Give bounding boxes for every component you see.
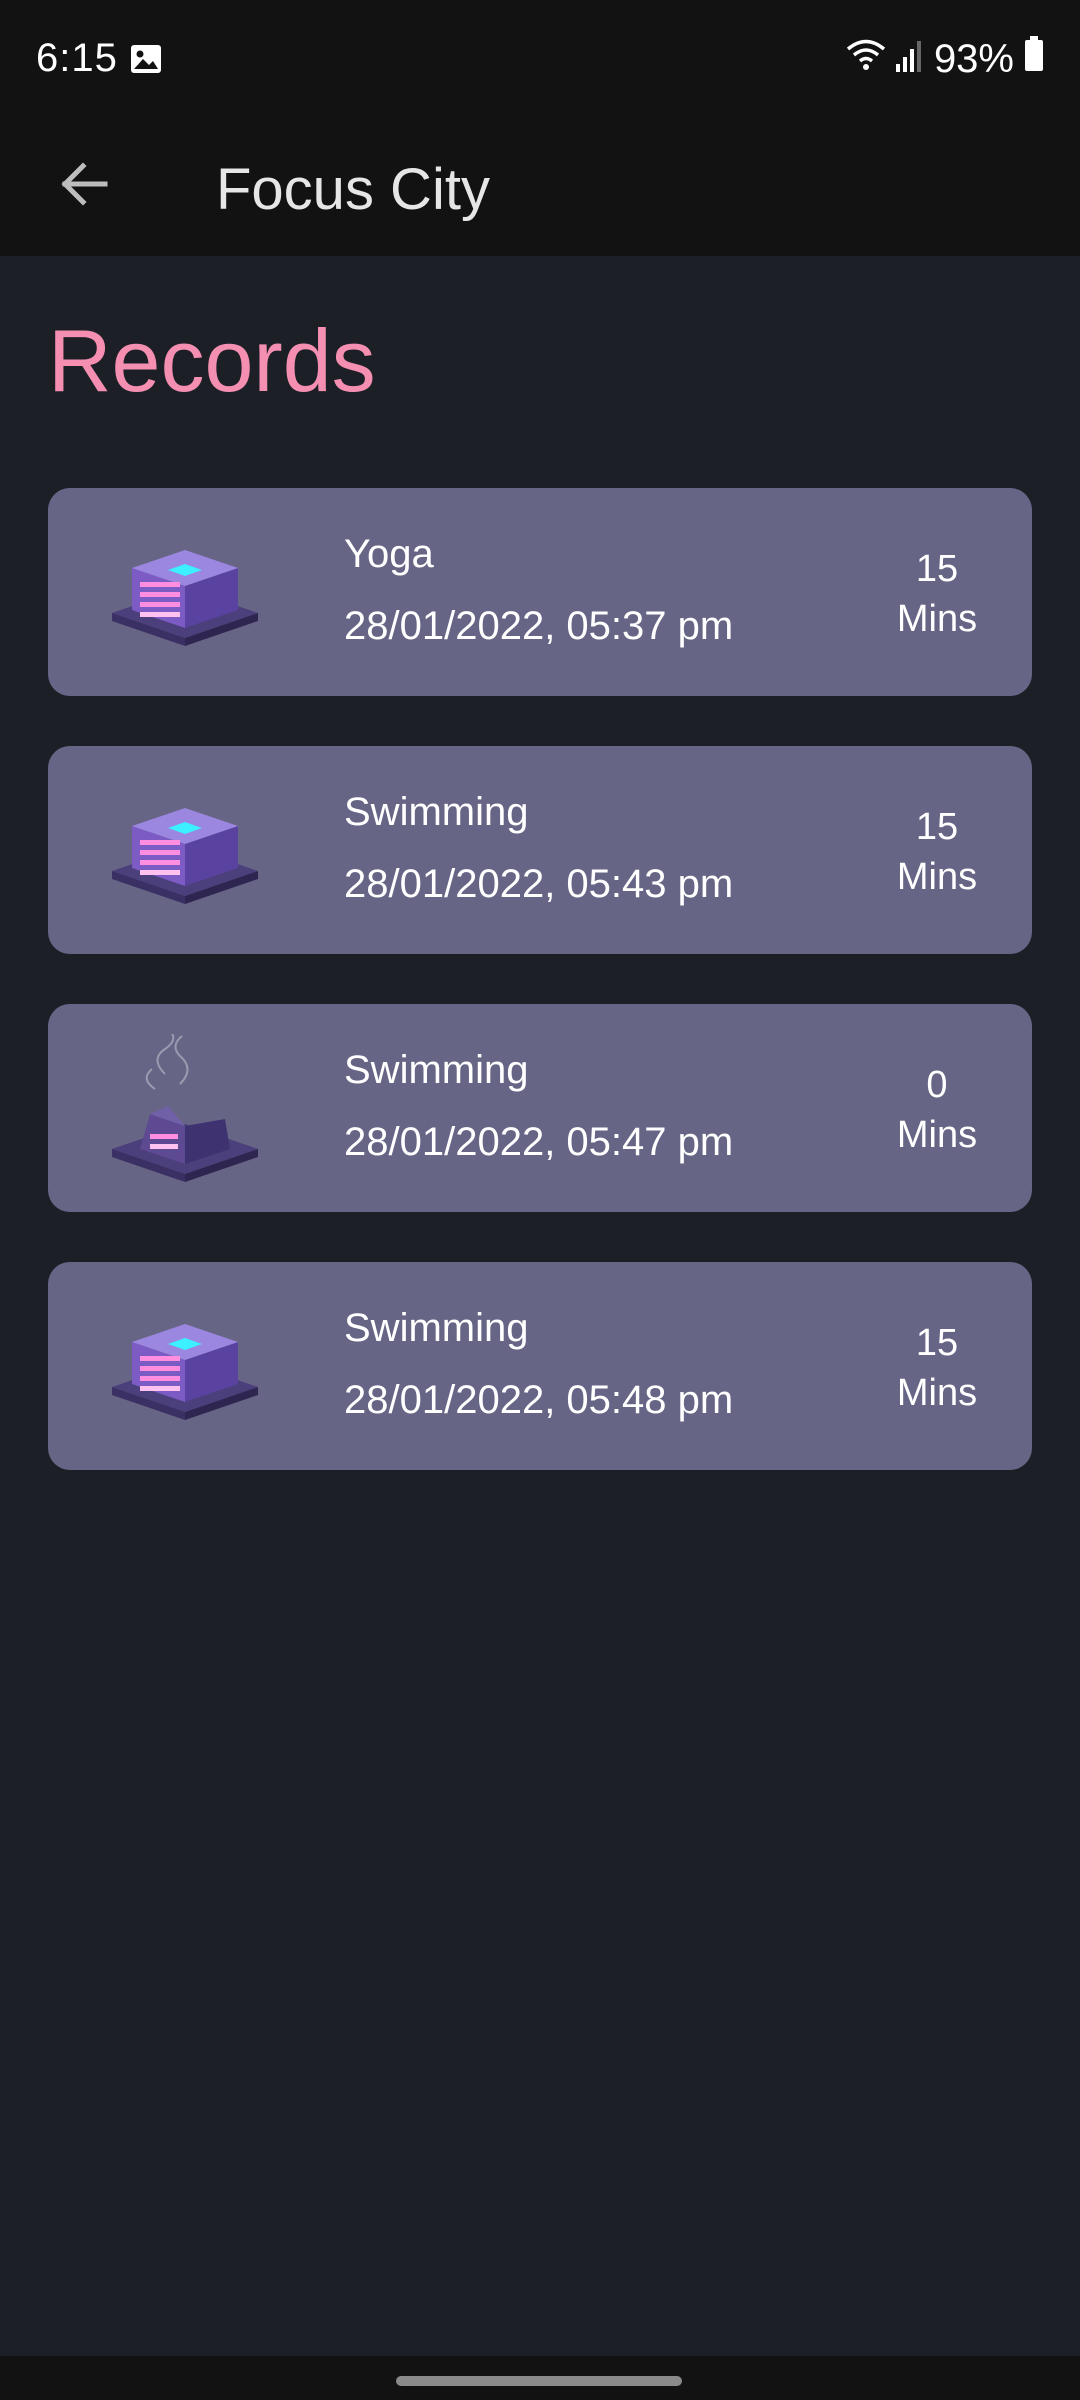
building-icon	[110, 776, 260, 936]
record-activity: Swimming	[344, 1048, 529, 1092]
duration-unit: Mins	[896, 598, 978, 640]
page-title: Records	[48, 311, 376, 410]
app-bar: Focus City	[0, 122, 1080, 256]
wifi-icon	[846, 37, 886, 82]
record-card[interactable]: Yoga 28/01/2022, 05:37 pm 15 Mins	[48, 488, 1032, 696]
building-icon	[110, 1292, 260, 1452]
home-gesture-handle[interactable]	[396, 2376, 682, 2386]
duration-value: 15	[915, 806, 959, 848]
record-activity: Swimming	[344, 790, 529, 834]
record-card[interactable]: Swimming 28/01/2022, 05:48 pm 15 Mins	[48, 1262, 1032, 1470]
record-datetime: 28/01/2022, 05:48 pm	[344, 1378, 734, 1422]
battery-icon	[1024, 36, 1044, 82]
record-duration: 0 Mins	[872, 1060, 1002, 1160]
record-activity: Swimming	[344, 1306, 529, 1350]
duration-value: 15	[915, 548, 959, 590]
record-datetime: 28/01/2022, 05:37 pm	[344, 604, 734, 648]
record-activity: Yoga	[344, 532, 434, 576]
burnt-building-icon	[110, 1028, 260, 1194]
building-icon	[110, 518, 260, 678]
arrow-left-icon	[57, 157, 111, 216]
record-duration: 15 Mins	[872, 802, 1002, 902]
status-time: 6:15	[36, 36, 118, 80]
duration-unit: Mins	[896, 856, 978, 898]
battery-percent: 93%	[933, 36, 1014, 81]
signal-icon	[895, 37, 924, 82]
duration-unit: Mins	[896, 1114, 978, 1156]
record-datetime: 28/01/2022, 05:47 pm	[344, 1120, 734, 1164]
status-icons: 93%	[846, 36, 1044, 82]
records-list: Yoga 28/01/2022, 05:37 pm 15 Mins Swimmi	[48, 488, 1032, 1520]
record-duration: 15 Mins	[872, 544, 1002, 644]
record-card[interactable]: Swimming 28/01/2022, 05:47 pm 0 Mins	[48, 1004, 1032, 1212]
navigation-bar	[0, 2356, 1080, 2400]
back-button[interactable]	[44, 146, 124, 226]
record-duration: 15 Mins	[872, 1318, 1002, 1418]
duration-unit: Mins	[896, 1372, 978, 1414]
image-icon	[130, 44, 162, 74]
record-datetime: 28/01/2022, 05:43 pm	[344, 862, 734, 906]
status-bar: 6:15 93%	[0, 0, 1080, 122]
duration-value: 0	[926, 1064, 948, 1106]
duration-value: 15	[915, 1322, 959, 1364]
app-title: Focus City	[216, 157, 490, 222]
record-card[interactable]: Swimming 28/01/2022, 05:43 pm 15 Mins	[48, 746, 1032, 954]
